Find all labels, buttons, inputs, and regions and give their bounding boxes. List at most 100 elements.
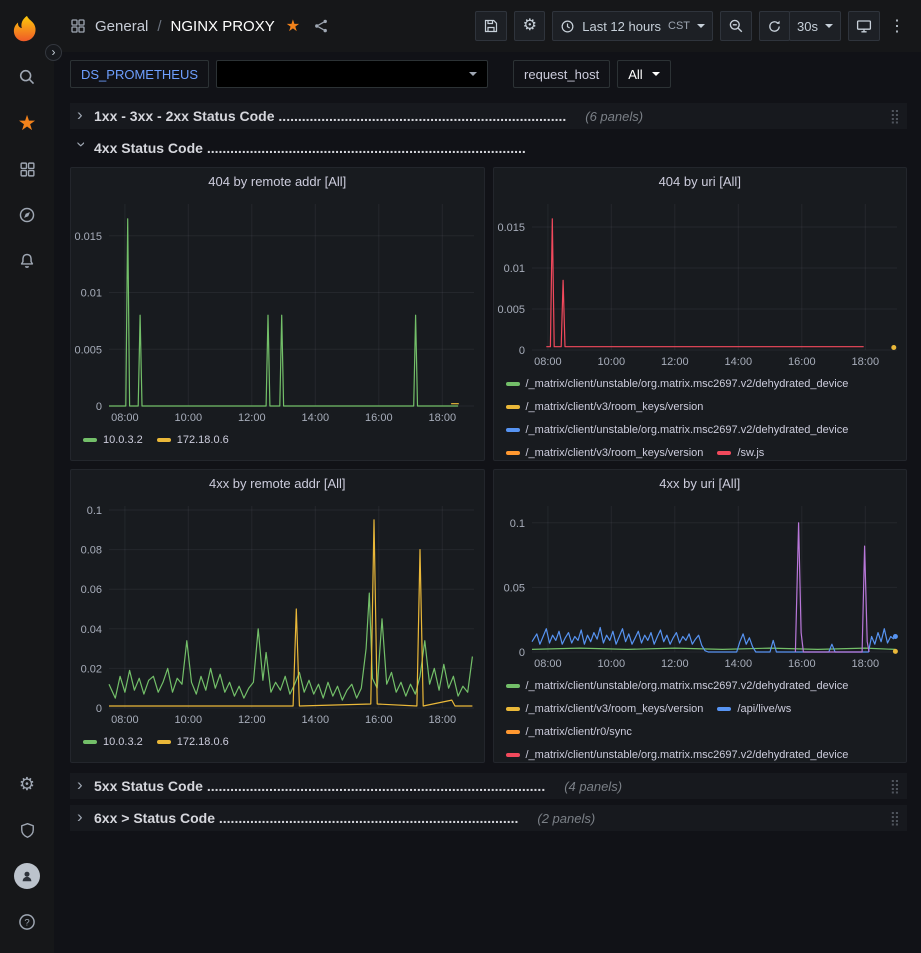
svg-text:16:00: 16:00 (788, 356, 816, 368)
zoom-out-button[interactable] (720, 11, 752, 41)
share-icon[interactable] (313, 18, 329, 34)
panel-legend: 10.0.3.2 172.18.0.6 (71, 426, 484, 460)
panel-legend: /_matrix/client/unstable/org.matrix.msc2… (494, 672, 907, 762)
legend-label: /_matrix/client/unstable/org.matrix.msc2… (526, 424, 849, 436)
top-nav-bar: General / NGINX PROXY ★ ⚙ Last 12 hours … (54, 0, 921, 52)
legend-item[interactable]: /_matrix/client/v3/room_keys/version (506, 441, 704, 460)
row-drag-handle-icon[interactable]: ⣿ (890, 109, 900, 123)
legend-item[interactable]: /_matrix/client/r0/sync (506, 720, 632, 743)
row-title: 6xx > Status Code ......................… (94, 810, 518, 826)
legend-label: /_matrix/client/r0/sync (526, 726, 632, 738)
panel-legend: 10.0.3.2 172.18.0.6 (71, 728, 484, 762)
kebab-menu-icon[interactable]: ⋮ (887, 11, 907, 41)
chevron-down-icon (825, 24, 833, 28)
row-title: 1xx - 3xx - 2xx Status Code ............… (94, 108, 566, 124)
row-panel-count: (6 panels) (585, 109, 643, 124)
avatar-circle (14, 863, 40, 889)
timezone-label: CST (668, 20, 690, 32)
refresh-interval-picker[interactable]: 30s (789, 11, 841, 41)
svg-text:0.04: 0.04 (81, 624, 102, 636)
legend-item[interactable]: /_matrix/client/unstable/org.matrix.msc2… (506, 372, 849, 395)
time-range-picker[interactable]: Last 12 hours CST (552, 11, 713, 41)
row-header-4xx[interactable]: › 4xx Status Code ......................… (70, 135, 907, 161)
row-drag-handle-icon[interactable]: ⣿ (890, 779, 900, 793)
legend-label: /_matrix/client/unstable/org.matrix.msc2… (526, 378, 849, 390)
legend-item[interactable]: 172.18.0.6 (157, 730, 229, 753)
legend-item[interactable]: /_matrix/client/unstable/org.matrix.msc2… (506, 418, 849, 441)
row-header-6xx[interactable]: › 6xx > Status Code ....................… (70, 805, 907, 831)
panel-404-by-uri: 404 by uri [All] 08:0010:0012:0014:0016:… (493, 167, 908, 461)
legend-item[interactable]: 10.0.3.2 (83, 428, 143, 451)
breadcrumb-folder[interactable]: General (95, 18, 148, 35)
row-drag-handle-icon[interactable]: ⣿ (890, 811, 900, 825)
svg-text:0.005: 0.005 (74, 344, 102, 356)
svg-text:0.015: 0.015 (497, 222, 525, 234)
starred-star-icon[interactable]: ★ (0, 100, 54, 146)
legend-label: /api/live/ws (737, 703, 791, 715)
tv-mode-button[interactable] (848, 11, 880, 41)
dashboard-settings-button[interactable]: ⚙ (514, 11, 545, 41)
configuration-gear-icon[interactable]: ⚙ (0, 761, 54, 807)
svg-text:12:00: 12:00 (238, 714, 266, 726)
svg-text:10:00: 10:00 (597, 658, 625, 670)
svg-text:18:00: 18:00 (851, 356, 879, 368)
time-series-chart[interactable]: 08:0010:0012:0014:0016:0018:0000.020.040… (71, 498, 484, 728)
svg-text:0: 0 (96, 401, 102, 413)
svg-text:0.06: 0.06 (81, 584, 102, 596)
row-panel-count: (4 panels) (564, 779, 622, 794)
legend-item[interactable]: /_matrix/client/v3/room_keys/version (506, 697, 704, 720)
legend-item[interactable]: 172.18.0.6 (157, 428, 229, 451)
legend-label: /sw.js (737, 447, 764, 459)
time-series-chart[interactable]: 08:0010:0012:0014:0016:0018:0000.050.1 (494, 498, 907, 672)
row-header-5xx[interactable]: › 5xx Status Code ......................… (70, 773, 907, 799)
panel-title[interactable]: 404 by remote addr [All] (71, 168, 484, 196)
legend-item[interactable]: /sw.js (717, 441, 764, 460)
search-icon[interactable] (0, 54, 54, 100)
row-header-1xx[interactable]: › 1xx - 3xx - 2xx Status Code ..........… (70, 103, 907, 129)
panel-grid: 404 by remote addr [All] 08:00 10:00 12:00… (70, 167, 907, 763)
time-series-chart[interactable]: 08:0010:0012:0014:0016:0018:0000.0050.01… (494, 196, 907, 370)
svg-text:0: 0 (96, 703, 102, 715)
datasource-variable-select[interactable] (216, 60, 488, 88)
panel-title[interactable]: 404 by uri [All] (494, 168, 907, 196)
help-icon[interactable]: ? (0, 899, 54, 945)
open-menu-chevron[interactable]: › (45, 44, 62, 61)
grafana-flame-icon (12, 14, 42, 44)
row-panel-count: (2 panels) (537, 811, 595, 826)
datasource-variable-label[interactable]: DS_PROMETHEUS (70, 60, 209, 88)
server-admin-shield-icon[interactable] (0, 807, 54, 853)
alerting-bell-icon[interactable] (0, 238, 54, 284)
svg-text:0: 0 (518, 647, 524, 659)
legend-item[interactable]: 10.0.3.2 (83, 730, 143, 753)
legend-item[interactable]: /_matrix/client/unstable/org.matrix.msc2… (506, 674, 849, 697)
time-series-chart[interactable]: 08:0010:0012:0014:0016:0018:0000.0050.01… (71, 196, 484, 426)
refresh-button[interactable] (759, 11, 790, 41)
panel-404-by-remote-addr: 404 by remote addr [All] 08:0010:0012:00… (70, 167, 485, 461)
legend-swatch (717, 707, 731, 711)
legend-item[interactable]: /_matrix/client/v3/room_keys/version (506, 395, 704, 418)
svg-text:0.01: 0.01 (503, 263, 524, 275)
svg-text:0.02: 0.02 (81, 663, 102, 675)
legend-swatch (717, 451, 731, 455)
legend-item[interactable]: /api/live/ws (717, 697, 791, 720)
svg-text:10:00: 10:00 (597, 356, 625, 368)
chevron-right-icon: › (77, 776, 87, 793)
favorite-star-icon[interactable]: ★ (286, 16, 300, 36)
svg-text:08:00: 08:00 (111, 714, 139, 726)
legend-label: /_matrix/client/v3/room_keys/version (526, 401, 704, 413)
user-avatar[interactable] (0, 853, 54, 899)
panel-title[interactable]: 4xx by uri [All] (494, 470, 907, 498)
panel-legend: /_matrix/client/unstable/org.matrix.msc2… (494, 370, 907, 460)
legend-item[interactable]: /_matrix/client/unstable/org.matrix.msc2… (506, 743, 849, 762)
legend-label: /_matrix/client/unstable/org.matrix.msc2… (526, 680, 849, 692)
breadcrumb-dashboard-title[interactable]: NGINX PROXY (171, 18, 275, 35)
dashboards-grid-icon[interactable] (0, 146, 54, 192)
person-icon (19, 868, 35, 884)
explore-compass-icon[interactable] (0, 192, 54, 238)
panel-title[interactable]: 4xx by remote addr [All] (71, 470, 484, 498)
legend-swatch (506, 405, 520, 409)
legend-label: 10.0.3.2 (103, 434, 143, 446)
request-host-variable-select[interactable]: All (617, 60, 670, 88)
save-dashboard-button[interactable] (475, 11, 507, 41)
svg-text:16:00: 16:00 (788, 658, 816, 670)
